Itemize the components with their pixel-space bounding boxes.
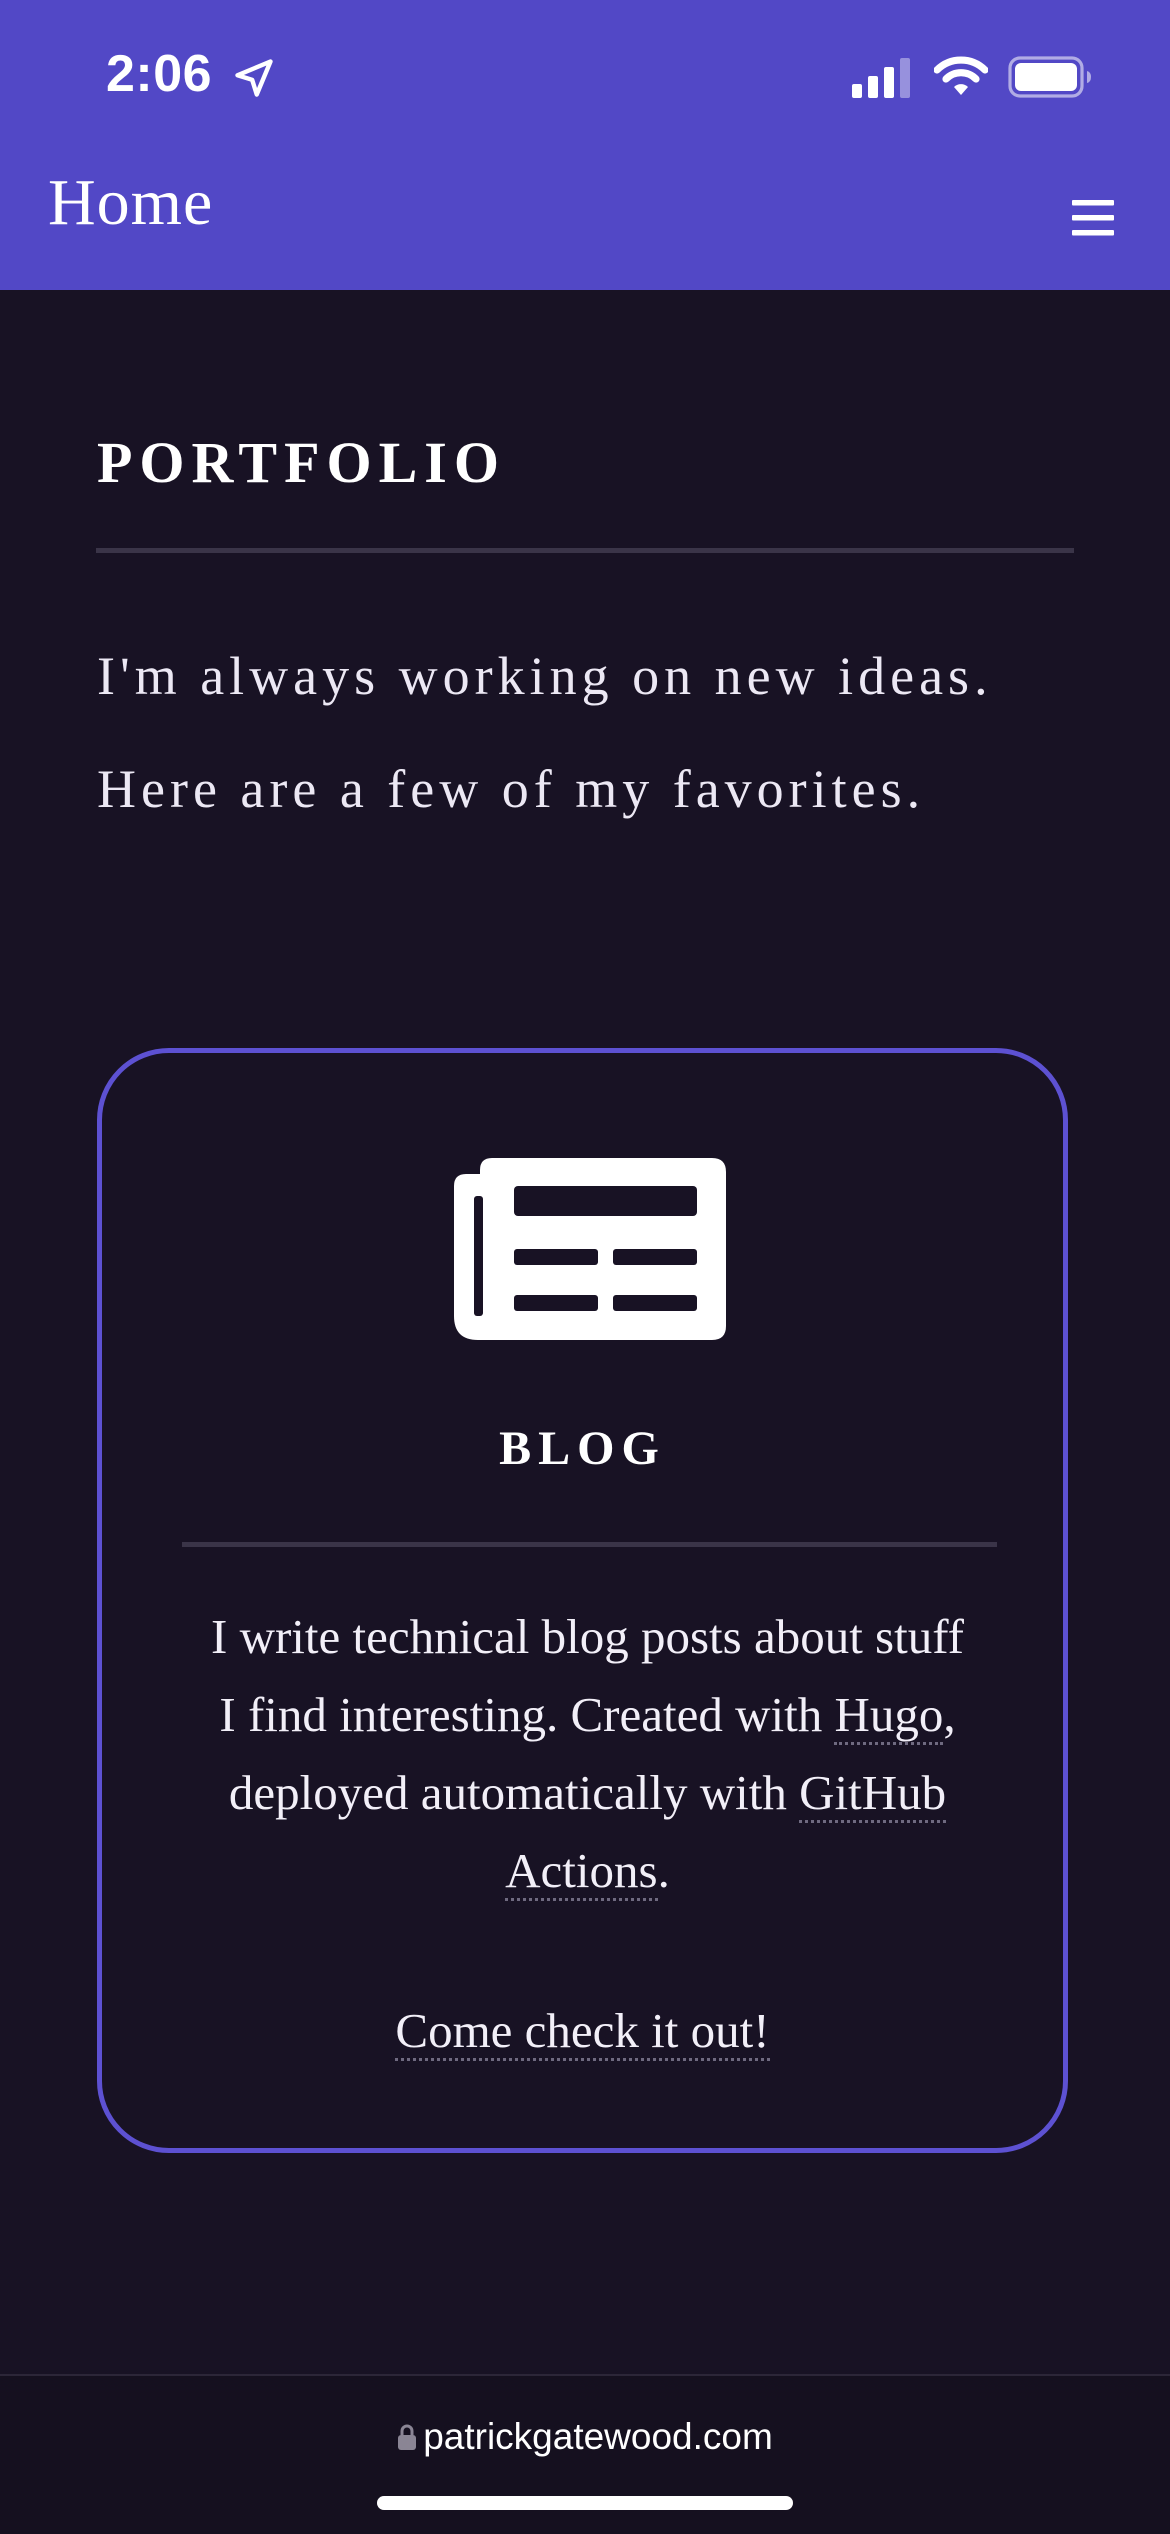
status-time: 2:06 (106, 45, 213, 103)
desc-line: I write technical blog posts about stuff (142, 1598, 1033, 1676)
url-text: patrickgatewood.com (423, 2416, 773, 2457)
card-title: BLOG (499, 1422, 666, 1475)
github-actions-link[interactable]: Actions (505, 1843, 658, 1901)
lock-icon (398, 2424, 417, 2450)
desc-line: Actions. (142, 1832, 1033, 1910)
location-arrow-icon (235, 59, 273, 97)
cellular-signal-icon (852, 58, 910, 98)
top-bar: 2:06 Home (0, 0, 1170, 290)
desc-text: I find interesting. Created with (219, 1687, 835, 1742)
divider (96, 548, 1074, 553)
intro-text: I'm always working on new ideas. Here ar… (97, 620, 1087, 846)
desc-text: , (943, 1687, 956, 1742)
github-link[interactable]: GitHub (799, 1765, 947, 1823)
desc-text: I write technical blog posts about stuff (211, 1609, 964, 1664)
desc-text: . (657, 1843, 670, 1898)
address-bar[interactable]: patrickgatewood.com (0, 2416, 1170, 2458)
browser-bottom-bar: patrickgatewood.com (0, 2374, 1170, 2534)
hamburger-menu-icon[interactable] (1072, 198, 1114, 238)
card-description: I write technical blog posts about stuff… (142, 1598, 1033, 1910)
battery-icon (1008, 56, 1091, 98)
divider (182, 1542, 997, 1547)
intro-line: I'm always working on new ideas. (97, 646, 993, 706)
cta-container: Come check it out! (102, 2001, 1063, 2061)
blog-cta-link[interactable]: Come check it out! (395, 2003, 770, 2061)
desc-text: deployed automatically with (228, 1765, 800, 1820)
desc-line: deployed automatically with GitHub (142, 1754, 1033, 1832)
blog-card: BLOG I write technical blog posts about … (97, 1048, 1068, 2153)
intro-line: Here are a few of my favorites. (97, 759, 926, 819)
page-title: PORTFOLIO (97, 430, 506, 495)
hugo-link[interactable]: Hugo (834, 1687, 944, 1745)
home-indicator[interactable] (377, 2496, 793, 2510)
desc-line: I find interesting. Created with Hugo, (142, 1676, 1033, 1754)
wifi-icon (934, 56, 988, 95)
nav-title[interactable]: Home (48, 170, 213, 236)
newspaper-icon (454, 1158, 726, 1340)
